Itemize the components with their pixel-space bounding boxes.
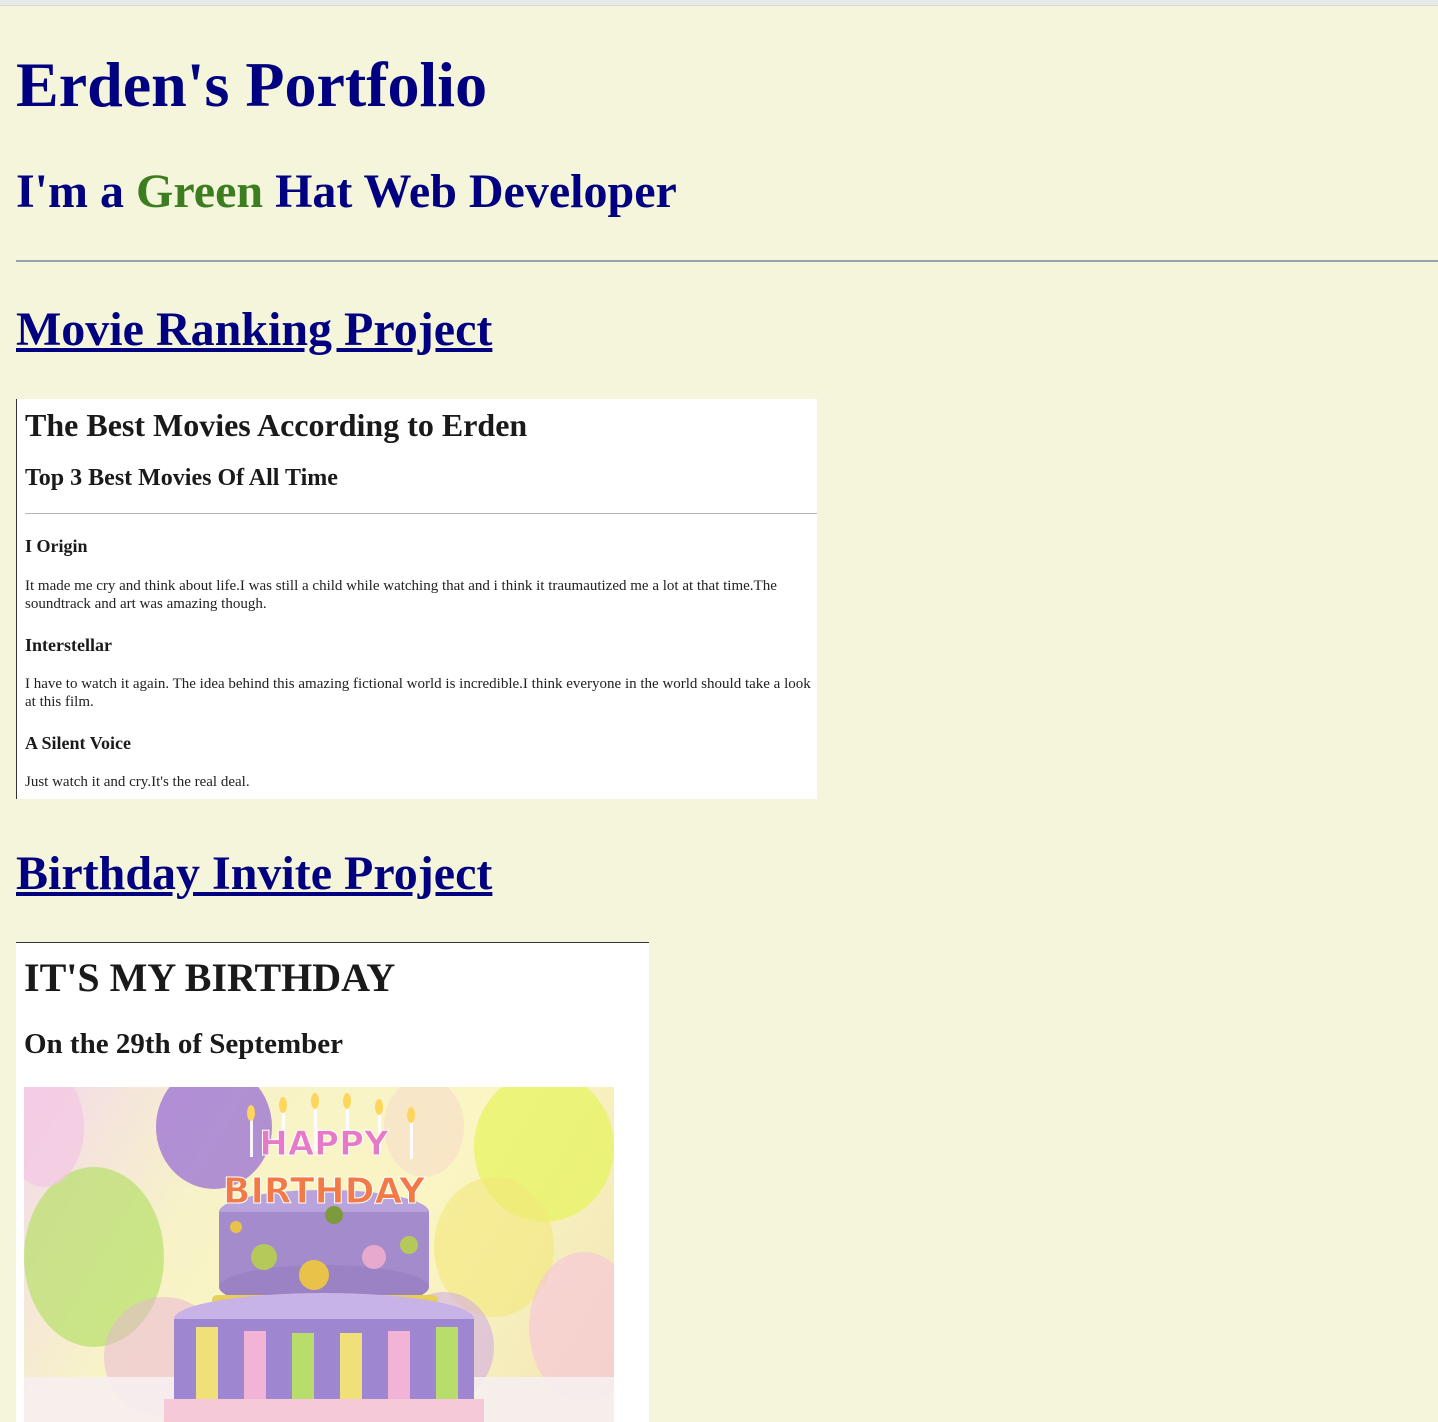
- page-subtitle: I'm a Green Hat Web Developer: [16, 164, 677, 220]
- movie-preview-divider: [25, 513, 817, 514]
- movie-ranking-project-link[interactable]: Movie Ranking Project: [16, 302, 492, 358]
- movie-name: I Origin: [25, 536, 88, 556]
- browser-top-edge: [0, 0, 1438, 6]
- movie-name: A Silent Voice: [25, 733, 132, 753]
- movie-name: Interstellar: [25, 635, 112, 655]
- subtitle-prefix: I'm a: [16, 165, 136, 218]
- movie-review: It made me cry and think about life.I wa…: [25, 578, 777, 612]
- birthday-preview-date: On the 29th of September: [24, 1028, 343, 1060]
- subtitle-accent-green: Green: [136, 165, 264, 218]
- subtitle-suffix: Hat Web Developer: [263, 165, 677, 218]
- movie-review: I have to watch it again. The idea behin…: [25, 676, 811, 710]
- birthday-invite-project-link[interactable]: Birthday Invite Project: [16, 846, 492, 902]
- header-divider: [16, 260, 1438, 262]
- cake-lettering-top: HAPPY: [259, 1124, 389, 1164]
- birthday-preview-title: IT'S MY BIRTHDAY: [24, 955, 396, 1000]
- page-title: Erden's Portfolio: [16, 49, 488, 120]
- birthday-cake-image: HAPPY BIRTHDAY: [24, 1087, 614, 1422]
- movie-preview-title: The Best Movies According to Erden: [25, 407, 528, 443]
- cake-lettering-bottom: BIRTHDAY: [223, 1171, 426, 1212]
- movie-review: Just watch it and cry.It's the real deal…: [25, 774, 250, 790]
- movie-preview-subtitle: Top 3 Best Movies Of All Time: [25, 465, 338, 491]
- birthday-invite-preview-frame[interactable]: IT'S MY BIRTHDAY On the 29th of Septembe…: [16, 942, 649, 1422]
- movie-ranking-preview-frame[interactable]: The Best Movies According to Erden The B…: [16, 399, 817, 799]
